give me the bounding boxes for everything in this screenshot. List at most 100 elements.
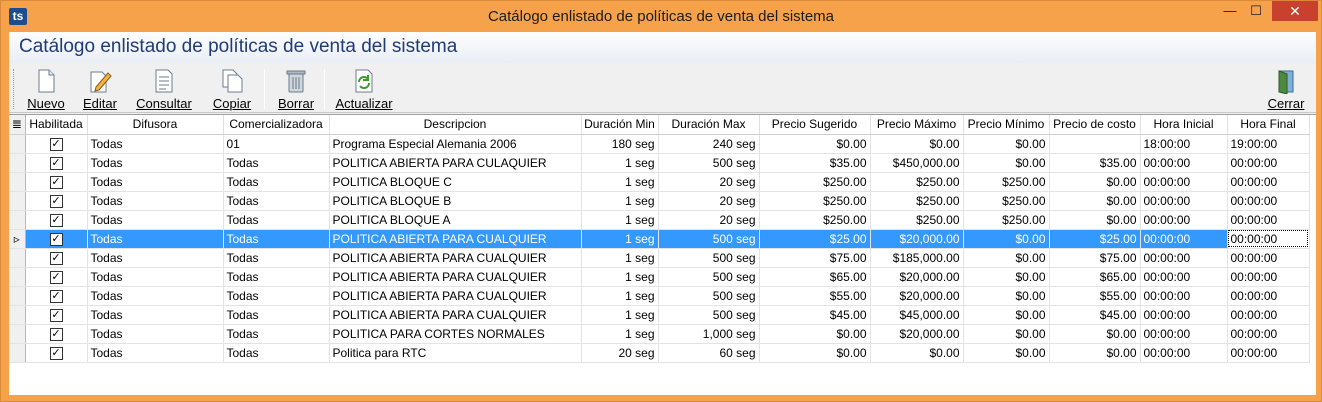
column-header[interactable]: Precio Mínimo — [963, 115, 1050, 135]
table-cell[interactable] — [1049, 134, 1141, 154]
table-cell[interactable]: $35.00 — [759, 153, 871, 173]
actualizar-button[interactable]: Actualizar — [331, 65, 397, 111]
table-cell[interactable]: $0.00 — [870, 343, 964, 363]
table-cell[interactable]: $0.00 — [963, 267, 1050, 287]
habilitada-checkbox[interactable]: ✓ — [49, 156, 63, 170]
table-cell[interactable]: POLITICA ABIERTA PARA CUALQUIER — [329, 248, 582, 268]
row-header[interactable] — [9, 305, 26, 325]
table-cell[interactable]: 20 seg — [658, 210, 760, 230]
column-header[interactable]: Hora Inicial — [1140, 115, 1228, 135]
cerrar-button[interactable]: Cerrar — [1263, 65, 1309, 111]
table-cell[interactable]: $0.00 — [963, 286, 1050, 306]
table-cell[interactable]: Todas — [87, 324, 224, 344]
table-cell[interactable]: POLITICA ABIERTA PARA CUALQUIER — [329, 229, 582, 249]
table-row[interactable]: ✓ Todas Todas POLITICA ABIERTA PARA CUALQUI… — [9, 305, 1310, 325]
table-row[interactable]: ▹ ✓ Todas Todas POLITICA ABIERTA PARA CUALQU… — [9, 229, 1310, 249]
nuevo-button[interactable]: Nuevo — [23, 65, 69, 111]
table-cell[interactable]: $250.00 — [870, 210, 964, 230]
table-cell[interactable]: 1 seg — [581, 267, 659, 287]
table-cell[interactable]: 00:00:00 — [1227, 305, 1310, 325]
table-cell[interactable]: Todas — [223, 343, 330, 363]
table-cell[interactable]: $45,000.00 — [870, 305, 964, 325]
table-row[interactable]: ✓ Todas Todas POLITICA BLOQUE B1 seg 20 seg $… — [9, 191, 1310, 211]
maximize-button[interactable]: ☐ — [1243, 1, 1269, 21]
table-cell[interactable]: 60 seg — [658, 343, 760, 363]
table-cell[interactable]: $20,000.00 — [870, 324, 964, 344]
row-header[interactable] — [9, 248, 26, 268]
table-cell[interactable]: $450,000.00 — [870, 153, 964, 173]
table-cell[interactable]: 1 seg — [581, 248, 659, 268]
habilitada-cell[interactable]: ✓ — [25, 286, 88, 306]
table-cell[interactable]: Todas — [87, 267, 224, 287]
table-cell[interactable]: 1 seg — [581, 286, 659, 306]
table-cell[interactable]: $35.00 — [1049, 153, 1141, 173]
habilitada-cell[interactable]: ✓ — [25, 343, 88, 363]
table-cell[interactable]: POLITICA ABIERTA PARA CUALQUIER — [329, 305, 582, 325]
table-cell[interactable]: $20,000.00 — [870, 267, 964, 287]
table-cell[interactable]: 00:00:00 — [1140, 210, 1228, 230]
table-cell[interactable]: $0.00 — [1049, 210, 1141, 230]
habilitada-cell[interactable]: ✓ — [25, 134, 88, 154]
table-cell[interactable]: 00:00:00 — [1140, 248, 1228, 268]
row-header[interactable] — [9, 191, 26, 211]
table-cell[interactable]: 00:00:00 — [1227, 210, 1310, 230]
table-cell[interactable]: 00:00:00 — [1227, 191, 1310, 211]
table-cell[interactable]: 00:00:00 — [1227, 229, 1310, 249]
table-cell[interactable]: 00:00:00 — [1227, 172, 1310, 192]
row-header[interactable] — [9, 134, 26, 154]
row-header[interactable] — [9, 324, 26, 344]
table-cell[interactable]: 01 — [223, 134, 330, 154]
table-cell[interactable]: POLITICA BLOQUE A — [329, 210, 582, 230]
table-cell[interactable]: 1 seg — [581, 229, 659, 249]
table-cell[interactable]: $0.00 — [759, 343, 871, 363]
table-cell[interactable]: 00:00:00 — [1140, 229, 1228, 249]
table-cell[interactable]: Todas — [223, 286, 330, 306]
column-header[interactable]: Duración Max — [658, 115, 760, 135]
table-cell[interactable]: 240 seg — [658, 134, 760, 154]
table-cell[interactable]: 00:00:00 — [1140, 267, 1228, 287]
table-cell[interactable]: 1 seg — [581, 172, 659, 192]
table-cell[interactable]: $55.00 — [759, 286, 871, 306]
table-cell[interactable]: $250.00 — [759, 172, 871, 192]
table-cell[interactable]: 1 seg — [581, 153, 659, 173]
habilitada-checkbox[interactable]: ✓ — [49, 270, 63, 284]
table-cell[interactable]: $250.00 — [963, 210, 1050, 230]
table-cell[interactable]: 00:00:00 — [1140, 191, 1228, 211]
table-cell[interactable]: 00:00:00 — [1227, 324, 1310, 344]
habilitada-cell[interactable]: ✓ — [25, 153, 88, 173]
table-cell[interactable]: 00:00:00 — [1140, 286, 1228, 306]
table-cell[interactable]: $0.00 — [963, 134, 1050, 154]
table-cell[interactable]: Todas — [87, 343, 224, 363]
habilitada-checkbox[interactable]: ✓ — [49, 175, 63, 189]
table-cell[interactable]: $0.00 — [870, 134, 964, 154]
table-cell[interactable]: POLITICA PARA CORTES NORMALES — [329, 324, 582, 344]
column-header[interactable]: Precio Máximo — [870, 115, 964, 135]
table-cell[interactable]: $65.00 — [1049, 267, 1141, 287]
table-cell[interactable]: $0.00 — [963, 248, 1050, 268]
habilitada-checkbox[interactable]: ✓ — [49, 251, 63, 265]
table-cell[interactable]: Todas — [223, 248, 330, 268]
consultar-button[interactable]: Consultar — [133, 65, 195, 111]
table-cell[interactable]: 20 seg — [658, 172, 760, 192]
column-header[interactable]: Habilitada — [25, 115, 88, 135]
table-cell[interactable]: 00:00:00 — [1227, 343, 1310, 363]
row-header[interactable] — [9, 210, 26, 230]
table-cell[interactable]: $75.00 — [759, 248, 871, 268]
table-cell[interactable]: 00:00:00 — [1140, 324, 1228, 344]
table-cell[interactable]: Todas — [87, 191, 224, 211]
table-cell[interactable]: Todas — [87, 229, 224, 249]
table-cell[interactable]: $0.00 — [759, 324, 871, 344]
table-cell[interactable]: $20,000.00 — [870, 229, 964, 249]
row-header[interactable] — [9, 153, 26, 173]
table-cell[interactable]: 00:00:00 — [1227, 153, 1310, 173]
table-cell[interactable]: $75.00 — [1049, 248, 1141, 268]
table-cell[interactable]: POLITICA BLOQUE C — [329, 172, 582, 192]
table-cell[interactable]: Politica para RTC — [329, 343, 582, 363]
table-cell[interactable]: $0.00 — [963, 343, 1050, 363]
table-cell[interactable]: 00:00:00 — [1140, 172, 1228, 192]
table-cell[interactable]: Todas — [87, 153, 224, 173]
table-cell[interactable]: $0.00 — [1049, 191, 1141, 211]
habilitada-checkbox[interactable]: ✓ — [49, 232, 63, 246]
table-cell[interactable]: 19:00:00 — [1227, 134, 1310, 154]
editar-button[interactable]: Editar — [79, 65, 121, 111]
